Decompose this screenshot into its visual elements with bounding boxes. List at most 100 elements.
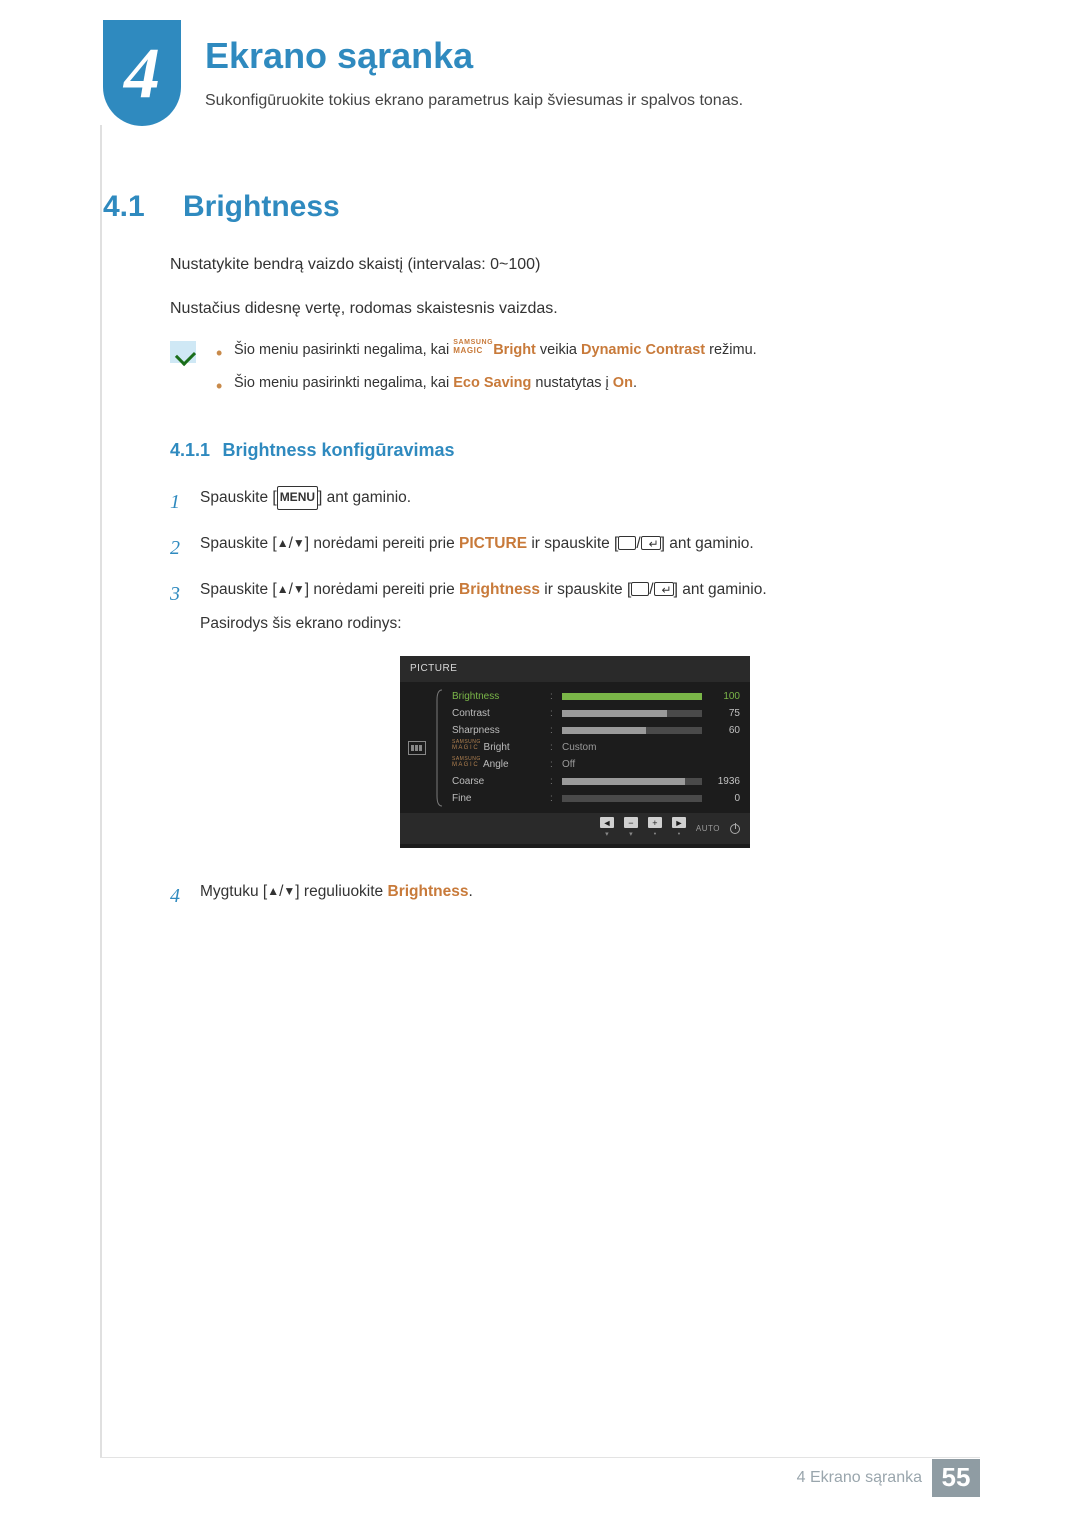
osd-row-label: Coarse [452, 773, 544, 791]
osd-value: 60 [708, 722, 740, 740]
osd-panel: PICTURE Brightness:100Contrast:75Sharpne… [400, 656, 750, 848]
power-icon [730, 824, 740, 834]
s2-mid2: ir spauskite [ [527, 535, 618, 552]
osd-row-label: SAMSUNGM A G I C Bright [452, 739, 544, 757]
minus-icon: − [624, 817, 638, 828]
osd-value: 100 [708, 688, 740, 706]
step-num-1: 1 [170, 484, 188, 520]
note2-post: . [633, 375, 637, 391]
s3-below: Pasirodys šis ekrano rodinys: [200, 610, 980, 638]
samsung-magic-label: SAMSUNGM A G I C [452, 739, 481, 751]
osd-rows: Brightness:100Contrast:75Sharpness:60SAM… [452, 688, 740, 807]
s3-mid1: ] norėdami pereiti prie [305, 581, 459, 598]
page-footer: 4 Ekrano sąranka 55 [100, 1457, 980, 1497]
note2-pre: Šio meniu pasirinkti negalima, kai [234, 375, 453, 391]
s3-pre: Spauskite [ [200, 581, 277, 598]
osd-colon: : [550, 705, 556, 723]
section-para-2: Nustačius didesnę vertę, rodomas skaiste… [170, 296, 980, 322]
s2-mid1: ] norėdami pereiti prie [305, 535, 459, 552]
dot-icon: • [678, 829, 680, 842]
osd-row-label: Brightness [452, 688, 544, 706]
body-content: Nustatykite bendrą vaizdo skaistį (inter… [170, 252, 980, 924]
osd-btn-right: ►• [672, 817, 686, 842]
osd-text-value: Off [562, 756, 702, 774]
enter-icon [654, 582, 674, 596]
right-icon: ► [672, 817, 686, 828]
osd-value: 75 [708, 705, 740, 723]
chapter-title: Ekrano sąranka [205, 35, 473, 77]
osd-slider [562, 727, 702, 734]
step-num-2: 2 [170, 530, 188, 566]
steps-list: 1 Spauskite [MENU] ant gaminio. 2 Spausk… [170, 484, 980, 913]
left-rule [100, 125, 102, 1457]
note-list: Šio meniu pasirinkti negalima, kai SAMSU… [216, 339, 980, 405]
chapter-description: Sukonfigūruokite tokius ekrano parametru… [205, 92, 743, 110]
chapter-number: 4 [124, 32, 160, 115]
osd-colon: : [550, 773, 556, 791]
s1-pre: Spauskite [ [200, 489, 277, 506]
triangle-up-icon: ▲ [267, 884, 279, 898]
osd-text-value: Custom [562, 739, 702, 757]
osd-body: Brightness:100Contrast:75Sharpness:60SAM… [400, 682, 750, 809]
osd-slider [562, 795, 702, 802]
footer-text: 4 Ekrano sąranka [797, 1469, 922, 1487]
triangle-down-icon: ▼ [283, 884, 295, 898]
section-title: Brightness [183, 190, 340, 224]
osd-row: SAMSUNGM A G I C Angle: Off [452, 756, 740, 773]
magic-bot: MAGIC [453, 346, 483, 355]
enter-icon [641, 536, 661, 550]
step-3: 3 Spauskite [▲/▼] norėdami pereiti prie … [170, 576, 980, 867]
note1-bright: Bright [493, 342, 536, 358]
step-body-4: Mygtuku [▲/▼] reguliuokite Brightness. [200, 878, 980, 914]
down-tri-icon: ▾ [605, 829, 609, 842]
step-1: 1 Spauskite [MENU] ant gaminio. [170, 484, 980, 520]
plus-icon: + [648, 817, 662, 828]
osd-row: Fine:0 [452, 790, 740, 807]
box-icon [618, 536, 636, 550]
osd-colon: : [550, 790, 556, 808]
note-box: Šio meniu pasirinkti negalima, kai SAMSU… [170, 339, 980, 405]
note-item-1: Šio meniu pasirinkti negalima, kai SAMSU… [216, 339, 980, 362]
triangle-down-icon: ▼ [293, 582, 305, 596]
osd-slider [562, 693, 702, 700]
s3-bright: Brightness [459, 581, 540, 598]
s2-pre: Spauskite [ [200, 535, 277, 552]
osd-colon: : [550, 756, 556, 774]
osd-row-label: Sharpness [452, 722, 544, 740]
note1-post: režimu. [705, 342, 757, 358]
osd-row-label: Fine [452, 790, 544, 808]
section-para-1: Nustatykite bendrą vaizdo skaistį (inter… [170, 252, 980, 278]
left-icon: ◄ [600, 817, 614, 828]
s4-pre: Mygtuku [ [200, 883, 267, 900]
subsection-heading: 4.1.1 Brightness konfigūravimas [170, 436, 980, 465]
triangle-down-icon: ▼ [293, 536, 305, 550]
osd-row: Brightness: 100 [452, 688, 740, 705]
note1-mid: veikia [536, 342, 581, 358]
box-icon [631, 582, 649, 596]
osd-header: PICTURE [400, 656, 750, 682]
menu-button-label: MENU [277, 486, 318, 510]
footer-page-number: 55 [932, 1459, 980, 1497]
picture-icon [408, 741, 426, 755]
note1-pre: Šio meniu pasirinkti negalima, kai [234, 342, 453, 358]
step-4: 4 Mygtuku [▲/▼] reguliuokite Brightness. [170, 878, 980, 914]
osd-row: Sharpness:60 [452, 722, 740, 739]
note2-on: On [613, 375, 633, 391]
osd-btn-left: ◄▾ [600, 817, 614, 842]
osd-colon: : [550, 739, 556, 757]
step-body-1: Spauskite [MENU] ant gaminio. [200, 484, 980, 520]
s4-post: . [468, 883, 472, 900]
note1-dc: Dynamic Contrast [581, 342, 705, 358]
s4-bright: Brightness [388, 883, 469, 900]
dot-icon: • [654, 829, 656, 842]
osd-colon: : [550, 688, 556, 706]
step-body-3: Spauskite [▲/▼] norėdami pereiti prie Br… [200, 576, 980, 867]
note2-mid: nustatytas į [531, 375, 612, 391]
osd-row: SAMSUNGM A G I C Bright: Custom [452, 739, 740, 756]
samsung-magic-label: SAMSUNGMAGIC [453, 339, 493, 355]
osd-row-label: SAMSUNGM A G I C Angle [452, 756, 544, 774]
osd-auto-label: AUTO [696, 822, 720, 836]
osd-value: 1936 [708, 773, 740, 791]
chapter-badge: 4 [103, 20, 181, 126]
samsung-magic-label: SAMSUNGM A G I C [452, 756, 481, 768]
